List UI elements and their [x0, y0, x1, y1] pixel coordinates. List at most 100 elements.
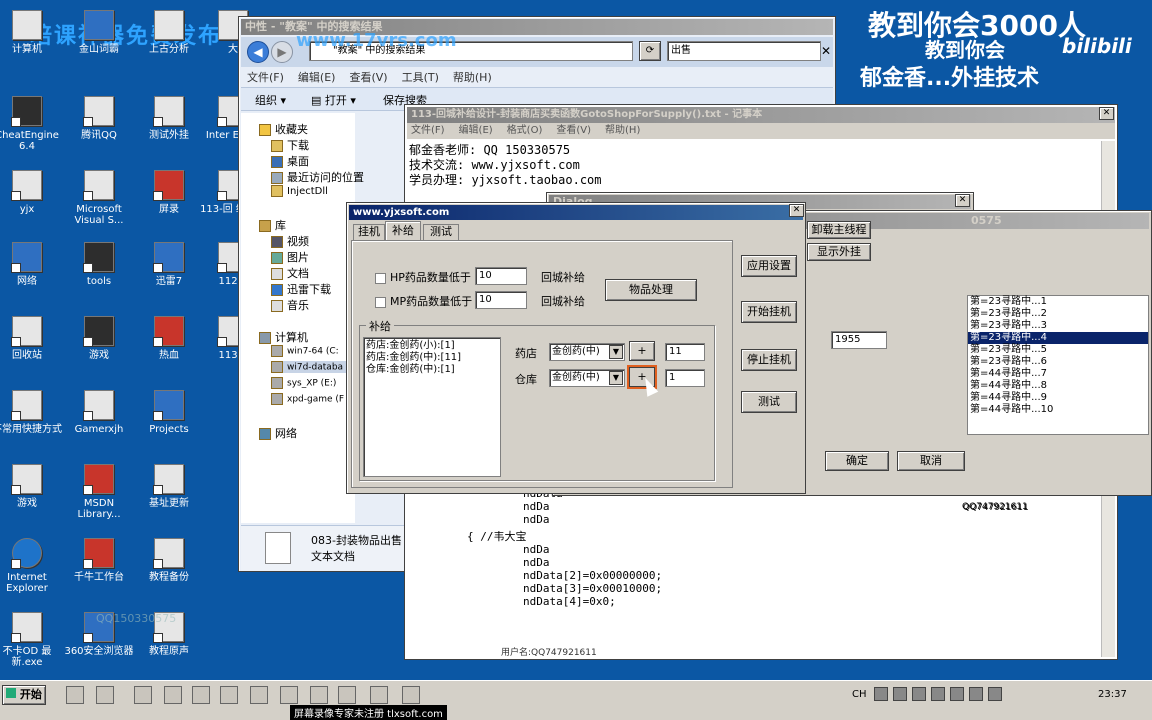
test-button[interactable]: 测试: [741, 391, 797, 413]
status-list-item[interactable]: 第=23寻路中...4: [968, 332, 1148, 344]
tree-libraries[interactable]: 库: [259, 217, 286, 233]
notepad-menu-help[interactable]: 帮助(H): [605, 125, 640, 136]
desktop-shortcut[interactable]: 迅雷7: [132, 242, 206, 287]
notepad-close-button[interactable]: ✕: [1099, 107, 1114, 120]
desktop-shortcut[interactable]: 不卡OD 最新.exe: [0, 612, 64, 668]
tray-monitor-icon[interactable]: [912, 687, 926, 701]
ok-button[interactable]: 确定: [825, 451, 889, 471]
status-list-item[interactable]: 第=44寻路中...9: [968, 392, 1148, 404]
tree-drive-f[interactable]: xpd-game (F: [271, 393, 344, 405]
forward-button[interactable]: ▶: [271, 41, 293, 63]
stop-hangup-button[interactable]: 停止挂机: [741, 349, 797, 371]
taskbar-app-icon[interactable]: [134, 686, 152, 704]
tree-drive-d[interactable]: wi7d-databa: [271, 361, 355, 373]
notepad-menu-file[interactable]: 文件(F): [411, 125, 445, 136]
status-list-item[interactable]: 第=23寻路中...6: [968, 356, 1148, 368]
notepad-menu-edit[interactable]: 编辑(E): [459, 125, 493, 136]
taskbar-app-icon[interactable]: [164, 686, 182, 704]
taskbar-app-icon[interactable]: [280, 686, 298, 704]
status-list-item[interactable]: 第=44寻路中...8: [968, 380, 1148, 392]
desktop-shortcut[interactable]: 不常用快捷方式: [0, 390, 64, 435]
refresh-button[interactable]: ⟳: [639, 41, 661, 61]
open-button[interactable]: ▤ 打开 ▾: [311, 92, 356, 108]
supply-list-item[interactable]: 药店:金创药(小):[1]: [366, 340, 498, 352]
desktop-shortcut[interactable]: yjx: [0, 170, 64, 215]
tray-volume-icon[interactable]: [950, 687, 964, 701]
organize-button[interactable]: 组织 ▾: [255, 92, 286, 108]
mp-checkbox[interactable]: [375, 296, 386, 308]
taskbar-app-icon[interactable]: [338, 686, 356, 704]
desktop-shortcut[interactable]: Microsoft Visual S...: [62, 170, 136, 226]
tab-hangup[interactable]: 挂机: [353, 224, 385, 240]
chevron-down-icon[interactable]: ▼: [609, 345, 623, 359]
status-list-item[interactable]: 第=44寻路中...10: [968, 404, 1148, 416]
tree-pictures[interactable]: 图片: [271, 249, 309, 265]
mp-threshold-input[interactable]: 10: [475, 291, 527, 309]
tree-injectdll[interactable]: InjectDll: [271, 185, 328, 197]
desktop-shortcut[interactable]: 腾讯QQ: [62, 96, 136, 141]
desktop-shortcut[interactable]: 千牛工作台: [62, 538, 136, 583]
tree-desktop[interactable]: 桌面: [271, 153, 309, 169]
tree-documents[interactable]: 文档: [271, 265, 309, 281]
desktop-shortcut[interactable]: 金山词霸: [62, 10, 136, 55]
desktop-shortcut[interactable]: Internet Explorer: [0, 538, 64, 594]
tree-favorites[interactable]: 收藏夹: [259, 121, 308, 137]
value-field[interactable]: 1955: [831, 331, 887, 349]
taskbar-app-icon[interactable]: [192, 686, 210, 704]
shop-item-combo[interactable]: 金创药(中) ▼: [549, 343, 625, 361]
search-input[interactable]: 出售: [667, 41, 821, 61]
taskbar-app-icon[interactable]: [66, 686, 84, 704]
taskbar-app-icon[interactable]: [370, 686, 388, 704]
status-list-item[interactable]: 第=23寻路中...2: [968, 308, 1148, 320]
hp-threshold-input[interactable]: 10: [475, 267, 527, 285]
explorer-menu-tools[interactable]: 工具(T): [402, 71, 439, 84]
apply-settings-button[interactable]: 应用设置: [741, 255, 797, 277]
notepad-text-top[interactable]: 郁金香老师: QQ 150330575 技术交流: www.yjxsoft.co…: [409, 143, 602, 188]
start-hangup-button[interactable]: 开始挂机: [741, 301, 797, 323]
cancel-button[interactable]: 取消: [897, 451, 965, 471]
item-process-button[interactable]: 物品处理: [605, 279, 697, 301]
status-list-item[interactable]: 第=23寻路中...1: [968, 296, 1148, 308]
tree-music[interactable]: 音乐: [271, 297, 309, 313]
taskbar-app-icon[interactable]: [310, 686, 328, 704]
tree-computer[interactable]: 计算机: [259, 329, 308, 345]
taskbar-app-icon[interactable]: [220, 686, 238, 704]
desktop-shortcut[interactable]: Gamerxjh: [62, 390, 136, 435]
tab-supply[interactable]: 补给: [385, 221, 421, 241]
status-list-item[interactable]: 第=23寻路中...5: [968, 344, 1148, 356]
back-button[interactable]: ◀: [247, 41, 269, 63]
taskbar-app-icon[interactable]: [250, 686, 268, 704]
shop-add-button[interactable]: +: [629, 341, 655, 361]
explorer-menu-view[interactable]: 查看(V): [349, 71, 387, 84]
desktop-shortcut[interactable]: 基址更新: [132, 464, 206, 509]
tray-help-icon[interactable]: [874, 687, 888, 701]
desktop-shortcut[interactable]: CheatEngine 6.4: [0, 96, 64, 152]
desktop-shortcut[interactable]: 游戏: [0, 464, 64, 509]
tray-keyboard-icon[interactable]: [893, 687, 907, 701]
taskbar-app-icon[interactable]: [96, 686, 114, 704]
dialog-small-close-button[interactable]: ✕: [955, 194, 970, 207]
warehouse-item-combo[interactable]: 金创药(中) ▼: [549, 369, 625, 387]
explorer-menu-file[interactable]: 文件(F): [247, 71, 284, 84]
taskbar-lang[interactable]: CH: [852, 689, 867, 700]
start-button[interactable]: 开始: [2, 685, 46, 705]
desktop-shortcut[interactable]: Projects: [132, 390, 206, 435]
main-dialog-close-button[interactable]: ✕: [789, 204, 804, 217]
unload-thread-button[interactable]: 卸载主线程: [807, 221, 871, 239]
tray-network-icon[interactable]: [931, 687, 945, 701]
status-list-item[interactable]: 第=44寻路中...7: [968, 368, 1148, 380]
chevron-down-icon[interactable]: ▼: [609, 371, 623, 385]
desktop-shortcut[interactable]: 回收站: [0, 316, 64, 361]
search-close-icon[interactable]: ✕: [821, 44, 831, 58]
taskbar-clock[interactable]: 23:37: [1098, 689, 1127, 700]
supply-list-item[interactable]: 仓库:金创药(中):[1]: [366, 364, 498, 376]
tray-app-icon[interactable]: [988, 687, 1002, 701]
desktop-shortcut[interactable]: 上古分析: [132, 10, 206, 55]
notepad-menu-format[interactable]: 格式(O): [507, 125, 543, 136]
desktop-shortcut[interactable]: 屏录: [132, 170, 206, 215]
tree-downloads[interactable]: 下载: [271, 137, 309, 153]
desktop-shortcut[interactable]: MSDN Library...: [62, 464, 136, 520]
tree-drive-e[interactable]: sys_XP (E:): [271, 377, 336, 389]
tray-app-icon[interactable]: [969, 687, 983, 701]
show-plugin-button[interactable]: 显示外挂: [807, 243, 871, 261]
